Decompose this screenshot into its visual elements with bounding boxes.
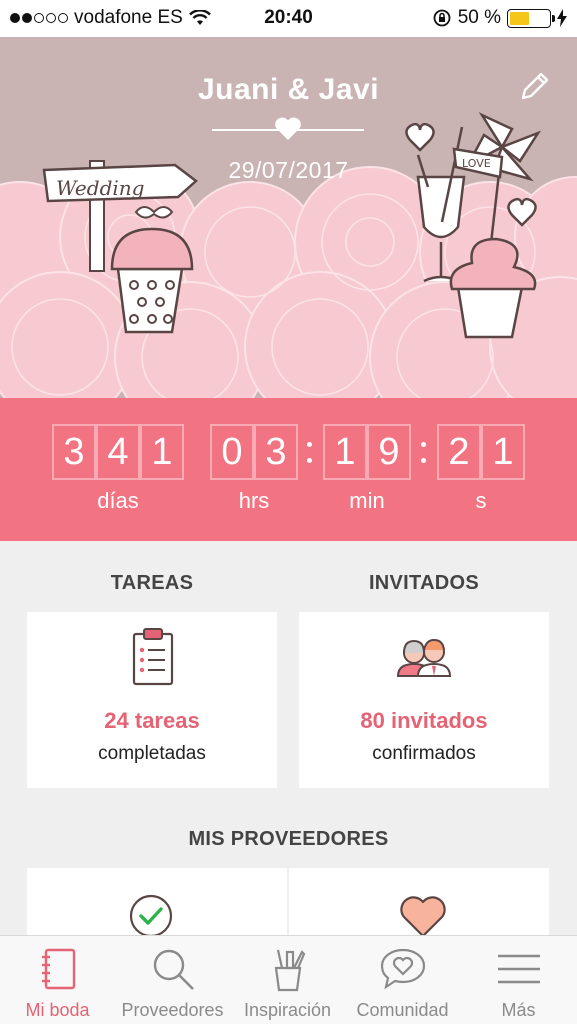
heart-chat-icon bbox=[380, 948, 425, 990]
countdown-seconds-label: s bbox=[475, 488, 487, 513]
tab-label: Comunidad bbox=[356, 1000, 449, 1020]
countdown-minute-digit: 9 bbox=[367, 424, 411, 480]
guests-section-title: INVITADOS bbox=[368, 572, 480, 594]
checkmark-circle-icon bbox=[129, 894, 173, 938]
notebook-icon bbox=[41, 948, 75, 990]
guests-count: 80 invitados bbox=[360, 708, 488, 733]
countdown-timer: 3 4 1 0 3 1 9 2 1 días hrs min s bbox=[0, 398, 577, 541]
signal-strength-icon bbox=[10, 13, 68, 23]
tab-label: Inspiración bbox=[243, 1000, 332, 1020]
tab-label: Proveedores bbox=[121, 1000, 224, 1020]
tasks-card[interactable]: 24 tareas completadas bbox=[27, 612, 277, 788]
bottom-tab-bar: Mi boda Proveedores Inspiración Comunida… bbox=[0, 935, 577, 1024]
countdown-minutes-label: min bbox=[349, 488, 385, 513]
guests-caption: confirmados bbox=[372, 743, 476, 764]
favorite-heart-icon bbox=[400, 896, 446, 938]
countdown-hour-digit: 3 bbox=[254, 424, 298, 480]
countdown-separator bbox=[304, 434, 314, 470]
tab-label: Mi boda bbox=[25, 1000, 90, 1020]
wedding-hero: Wedding LOVE Juani & Javi 29/07/2017 bbox=[0, 37, 577, 398]
couple-names: Juani & Javi bbox=[197, 73, 380, 106]
charging-icon bbox=[557, 9, 567, 27]
countdown-day-digit: 4 bbox=[96, 424, 140, 480]
tab-label: Más bbox=[501, 1000, 536, 1020]
countdown-second-digit: 2 bbox=[437, 424, 481, 480]
tasks-caption: completadas bbox=[98, 743, 206, 764]
rotation-lock-icon bbox=[433, 9, 451, 27]
carrier-name: vodafone ES bbox=[74, 7, 183, 28]
countdown-hour-digit: 0 bbox=[210, 424, 254, 480]
menu-icon bbox=[497, 954, 540, 984]
countdown-second-digit: 1 bbox=[481, 424, 525, 480]
vendors-section-title: MIS PROVEEDORES bbox=[188, 828, 389, 850]
tab-inspiracion[interactable]: Inspiración bbox=[230, 936, 345, 1024]
tasks-section-title: TAREAS bbox=[110, 572, 194, 594]
battery-icon bbox=[507, 8, 555, 28]
wifi-icon bbox=[188, 10, 211, 25]
tasks-count: 24 tareas bbox=[104, 708, 200, 733]
heart-icon bbox=[275, 117, 301, 140]
countdown-day-digit: 3 bbox=[52, 424, 96, 480]
wedding-date: 29/07/2017 bbox=[228, 157, 349, 183]
clipboard-checklist-icon bbox=[132, 628, 174, 686]
countdown-minute-digit: 1 bbox=[323, 424, 367, 480]
countdown-separator bbox=[418, 434, 428, 470]
tab-mi-boda[interactable]: Mi boda bbox=[0, 936, 115, 1024]
countdown-hours-label: hrs bbox=[238, 488, 270, 513]
battery-percent: 50 % bbox=[457, 7, 501, 28]
search-icon bbox=[153, 949, 194, 990]
tab-comunidad[interactable]: Comunidad bbox=[345, 936, 460, 1024]
tab-proveedores[interactable]: Proveedores bbox=[115, 936, 230, 1024]
tab-mas[interactable]: Más bbox=[460, 936, 577, 1024]
status-bar: vodafone ES 20:40 50 % bbox=[0, 0, 577, 37]
edit-pencil-icon[interactable] bbox=[516, 69, 552, 105]
countdown-days-label: días bbox=[97, 488, 139, 513]
countdown-day-digit: 1 bbox=[140, 424, 184, 480]
guests-card[interactable]: 80 invitados confirmados bbox=[299, 612, 549, 788]
couple-guests-icon bbox=[396, 638, 452, 677]
pencil-cup-icon bbox=[274, 949, 305, 992]
